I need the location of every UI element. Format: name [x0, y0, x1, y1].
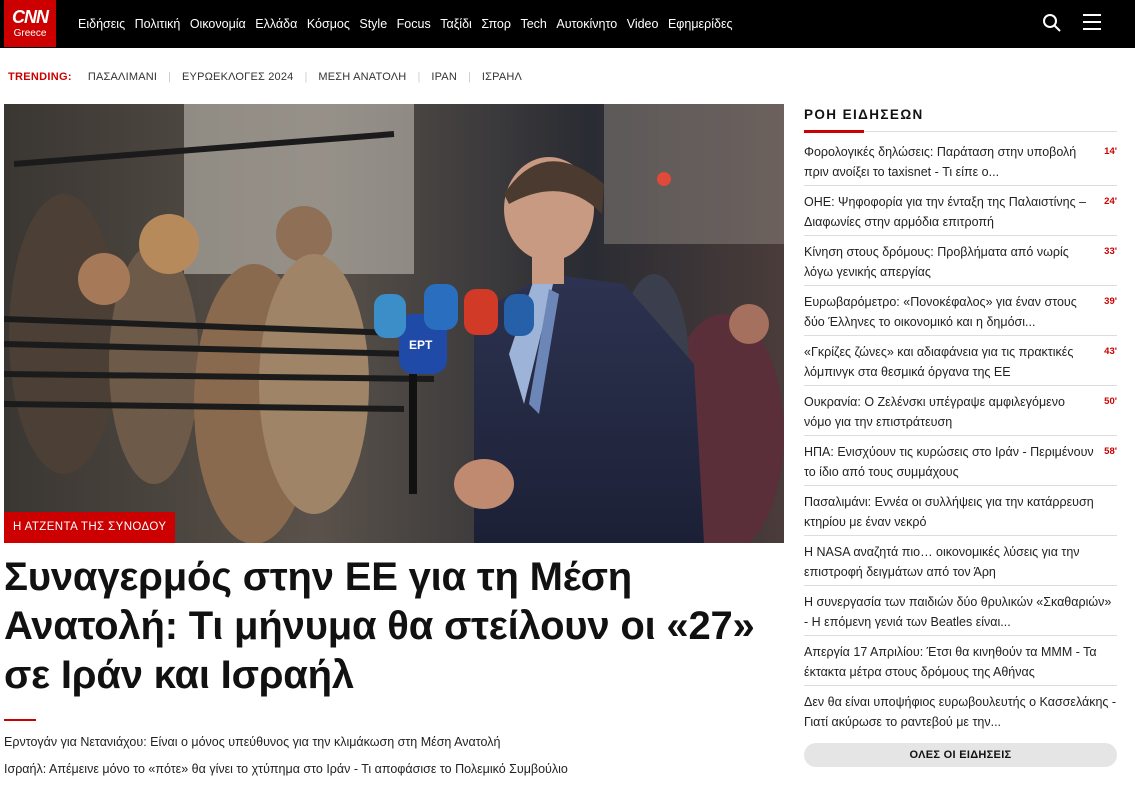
- search-icon[interactable]: [1042, 13, 1062, 33]
- news-feed-item[interactable]: Κίνηση στους δρόμους: Προβλήματα από νωρ…: [804, 236, 1117, 286]
- news-feed-item-title: ΗΠΑ: Ενισχύουν τις κυρώσεις στο Ιράν - Π…: [804, 445, 1094, 479]
- news-feed-item-title: Η συνεργασία των παιδιών δύο θρυλικών «Σ…: [804, 595, 1112, 629]
- news-feed-item-time: 50': [1104, 396, 1117, 407]
- news-feed-item[interactable]: «Γκρίζες ζώνες» και αδιαφάνεια για τις π…: [804, 336, 1117, 386]
- nav-item-news[interactable]: Ειδήσεις: [78, 17, 125, 31]
- hamburger-menu-icon[interactable]: [1083, 14, 1101, 32]
- nav-item-economy[interactable]: Οικονομία: [190, 17, 246, 31]
- news-feed-item-title: Ουκρανία: Ο Ζελένσκι υπέγραψε αμφιλεγόμε…: [804, 395, 1065, 429]
- hero-category-tag[interactable]: Η ΑΤΖΕΝΤΑ ΤΗΣ ΣΥΝΟΔΟΥ: [4, 512, 176, 543]
- related-article-link[interactable]: Ισραήλ: Απέμεινε μόνο το «πότε» θα γίνει…: [4, 762, 568, 776]
- logo-brand: CNN: [12, 7, 49, 27]
- nav-item-auto[interactable]: Αυτοκίνητο: [556, 17, 617, 31]
- news-feed-item[interactable]: Ευρωβαρόμετρο: «Πονοκέφαλος» για έναν στ…: [804, 286, 1117, 336]
- news-feed-item-title: Ευρωβαρόμετρο: «Πονοκέφαλος» για έναν στ…: [804, 295, 1077, 329]
- trending-item[interactable]: ΕΥΡΩΕΚΛΟΓΕΣ 2024: [182, 71, 294, 83]
- trending-divider: |: [304, 71, 308, 83]
- news-feed-item-time: 58': [1104, 446, 1117, 457]
- nav-item-world[interactable]: Κόσμος: [307, 17, 350, 31]
- news-feed-title: ΡΟΗ ΕΙΔΗΣΕΩΝ: [804, 107, 924, 122]
- trending-bar: TRENDING: ΠΑΣΑΛΙΜΑΝΙ | ΕΥΡΩΕΚΛΟΓΕΣ 2024 …: [8, 68, 522, 86]
- news-feed-title-accent: [804, 130, 864, 133]
- news-feed-item-title: Απεργία 17 Απριλίου: Έτσι θα κινηθούν τα…: [804, 645, 1097, 679]
- main-nav: Ειδήσεις Πολιτική Οικονομία Ελλάδα Κόσμο…: [78, 0, 742, 48]
- news-feed-item-title: ΟΗΕ: Ψηφοφορία για την ένταξη της Παλαισ…: [804, 195, 1087, 229]
- trending-label: TRENDING:: [8, 71, 72, 83]
- hero-image[interactable]: ΕΡΤ: [4, 104, 784, 543]
- trending-item[interactable]: ΜΕΣΗ ΑΝΑΤΟΛΗ: [318, 71, 406, 83]
- nav-item-travel[interactable]: Ταξίδι: [440, 17, 472, 31]
- top-navigation-bar: CNN Greece Ειδήσεις Πολιτική Οικονομία Ε…: [0, 0, 1135, 48]
- news-feed-item-time: 33': [1104, 246, 1117, 257]
- logo-edition: Greece: [13, 28, 47, 39]
- news-feed-item-title: «Γκρίζες ζώνες» και αδιαφάνεια για τις π…: [804, 345, 1074, 379]
- trending-item[interactable]: ΙΡΑΝ: [431, 71, 457, 83]
- nav-item-tech[interactable]: Tech: [520, 17, 546, 31]
- nav-item-focus[interactable]: Focus: [397, 17, 431, 31]
- nav-item-style[interactable]: Style: [359, 17, 387, 31]
- cnn-greece-logo[interactable]: CNN Greece: [4, 0, 56, 47]
- trending-divider: |: [417, 71, 421, 83]
- trending-item[interactable]: ΠΑΣΑΛΙΜΑΝΙ: [88, 71, 157, 83]
- nav-item-politics[interactable]: Πολιτική: [135, 17, 181, 31]
- news-feed-item-title: Κίνηση στους δρόμους: Προβλήματα από νωρ…: [804, 245, 1069, 279]
- news-feed-item[interactable]: Πασαλιμάνι: Εννέα οι συλλήψεις για την κ…: [804, 486, 1117, 536]
- news-feed-item-time: 24': [1104, 196, 1117, 207]
- news-feed-item-title: Δεν θα είναι υποψήφιος ευρωβουλευτής ο Κ…: [804, 695, 1117, 729]
- nav-item-sports[interactable]: Σπορ: [481, 17, 511, 31]
- news-feed-item[interactable]: Φορολογικές δηλώσεις: Παράταση στην υποβ…: [804, 136, 1117, 186]
- news-feed-list: Φορολογικές δηλώσεις: Παράταση στην υποβ…: [804, 136, 1117, 735]
- nav-item-greece[interactable]: Ελλάδα: [255, 17, 297, 31]
- news-feed-item-time: 39': [1104, 296, 1117, 307]
- hero-mic-label: ΕΡΤ: [409, 338, 433, 352]
- news-feed-item-title: Πασαλιμάνι: Εννέα οι συλλήψεις για την κ…: [804, 495, 1094, 529]
- news-feed-item-time: 14': [1104, 146, 1117, 157]
- trending-item[interactable]: ΙΣΡΑΗΛ: [482, 71, 522, 83]
- trending-divider: |: [168, 71, 171, 83]
- news-feed-item-title: Η NASA αναζητά πιο… οικονομικές λύσεις γ…: [804, 545, 1080, 579]
- related-article-link[interactable]: Ερντογάν για Νετανιάχου: Είναι ο μόνος υ…: [4, 735, 500, 749]
- news-feed-item[interactable]: Ουκρανία: Ο Ζελένσκι υπέγραψε αμφιλεγόμε…: [804, 386, 1117, 436]
- news-feed-item[interactable]: ΗΠΑ: Ενισχύουν τις κυρώσεις στο Ιράν - Π…: [804, 436, 1117, 486]
- news-feed-item[interactable]: Η συνεργασία των παιδιών δύο θρυλικών «Σ…: [804, 586, 1117, 636]
- all-news-button[interactable]: ΟΛΕΣ ΟΙ ΕΙΔΗΣΕΙΣ: [804, 743, 1117, 767]
- news-feed-item[interactable]: Δεν θα είναι υποψήφιος ευρωβουλευτής ο Κ…: [804, 686, 1117, 735]
- hero-headline[interactable]: Συναγερμός στην ΕΕ για τη Μέση Ανατολή: …: [4, 553, 764, 700]
- news-feed-item[interactable]: Η NASA αναζητά πιο… οικονομικές λύσεις γ…: [804, 536, 1117, 586]
- news-feed-item-title: Φορολογικές δηλώσεις: Παράταση στην υποβ…: [804, 145, 1077, 179]
- news-feed-title-rule: [864, 131, 1117, 132]
- news-feed-item[interactable]: ΟΗΕ: Ψηφοφορία για την ένταξη της Παλαισ…: [804, 186, 1117, 236]
- headline-divider: [4, 719, 36, 721]
- news-feed-item[interactable]: Απεργία 17 Απριλίου: Έτσι θα κινηθούν τα…: [804, 636, 1117, 686]
- nav-item-video[interactable]: Video: [627, 17, 659, 31]
- news-feed-item-time: 43': [1104, 346, 1117, 357]
- trending-divider: |: [467, 71, 471, 83]
- nav-item-newspapers[interactable]: Εφημερίδες: [668, 17, 733, 31]
